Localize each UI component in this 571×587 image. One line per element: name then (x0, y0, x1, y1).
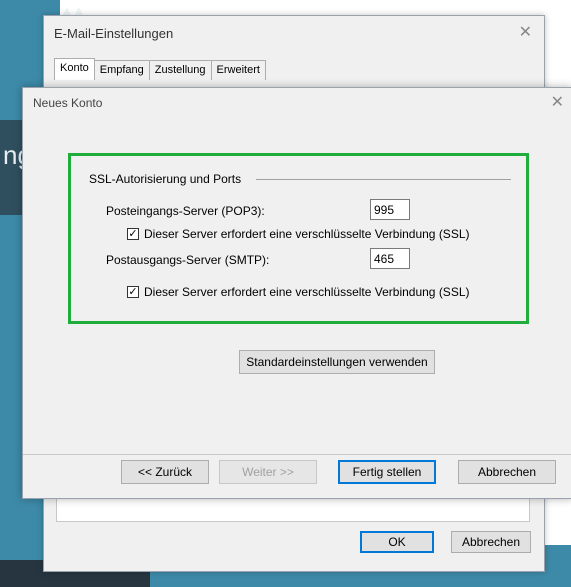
outgoing-server-label: Postausgangs-Server (SMTP): (106, 253, 270, 267)
next-button[interactable]: Weiter >> (219, 460, 317, 484)
footer-separator (23, 454, 571, 455)
back-button[interactable]: << Zurück (121, 460, 209, 484)
close-icon[interactable]: ✕ (519, 22, 532, 42)
new-account-dialog: Neues Konto ✕ SSL-Autorisierung und Port… (22, 87, 571, 499)
close-icon[interactable]: ✕ (551, 92, 564, 112)
group-divider (256, 179, 511, 180)
outgoing-ssl-label: Dieser Server erfordert eine verschlüsse… (144, 285, 470, 299)
incoming-server-label: Posteingangs-Server (POP3): (106, 204, 265, 218)
incoming-port-input[interactable] (370, 199, 410, 220)
tab-konto[interactable]: Konto (54, 58, 95, 80)
outgoing-ssl-checkbox[interactable]: ✓ (127, 286, 139, 298)
incoming-ssl-checkbox[interactable]: ✓ (127, 228, 139, 240)
email-settings-tabs: Konto Empfang Zustellung Erweitert (54, 58, 266, 80)
incoming-ssl-label: Dieser Server erfordert eine verschlüsse… (144, 227, 470, 241)
finish-button[interactable]: Fertig stellen (338, 460, 436, 484)
tab-erweitert[interactable]: Erweitert (210, 60, 266, 80)
ssl-group-title: SSL-Autorisierung und Ports (89, 172, 248, 186)
tab-zustellung[interactable]: Zustellung (148, 60, 212, 80)
back-dialog-cancel-button[interactable]: Abbrechen (451, 531, 531, 553)
ok-button[interactable]: OK (360, 531, 434, 553)
tab-empfang[interactable]: Empfang (93, 60, 150, 80)
email-settings-title: E-Mail-Einstellungen (54, 26, 174, 41)
incoming-ssl-checkbox-row[interactable]: ✓ Dieser Server erfordert eine verschlüs… (127, 227, 470, 241)
outgoing-port-input[interactable] (370, 248, 410, 269)
use-defaults-button[interactable]: Standardeinstellungen verwenden (239, 350, 435, 374)
new-account-title: Neues Konto (33, 96, 103, 110)
cancel-button[interactable]: Abbrechen (458, 460, 556, 484)
outgoing-ssl-checkbox-row[interactable]: ✓ Dieser Server erfordert eine verschlüs… (127, 285, 470, 299)
